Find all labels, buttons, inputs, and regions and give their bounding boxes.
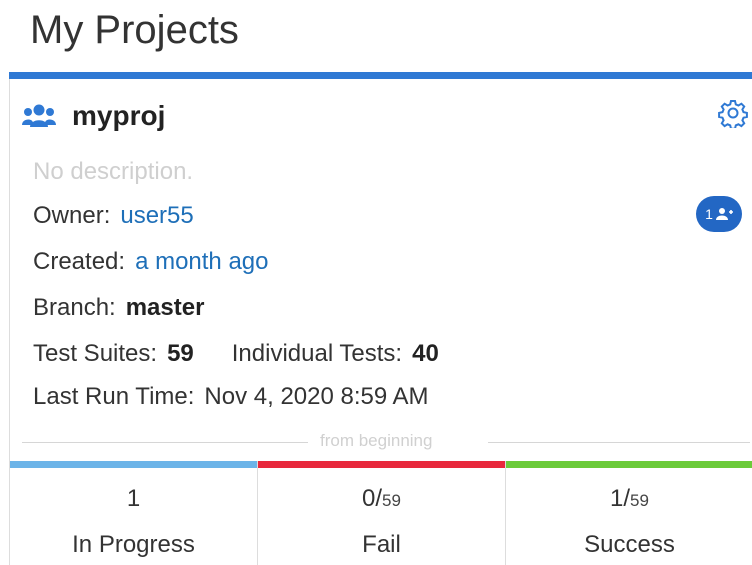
stat-fail[interactable]: 0/59 Fail [258,461,506,565]
card-accent-bar [9,72,752,79]
card-header: myproj [22,96,165,136]
divider-line-right [488,442,750,443]
divider-label: from beginning [312,431,441,451]
project-description: No description. [33,158,194,185]
created-label: Created: [33,248,126,275]
stat-label: Fail [362,531,401,558]
project-name[interactable]: myproj [72,100,165,132]
stat-label: Success [584,531,675,558]
page-title: My Projects [30,8,239,52]
stat-value: 0/59 [362,485,401,512]
branch-row: Branch: master [33,294,204,322]
created-row: Created: a month ago [33,248,269,276]
stats-bar: 1 In Progress 0/59 Fail 1/59 Success [10,461,752,565]
stat-color-bar [506,461,752,468]
branch-value: master [125,294,205,321]
stat-value: 1/59 [610,485,649,512]
tests-row: Test Suites: 59 Individual Tests: 40 [33,340,439,368]
suites-value: 59 [167,340,194,367]
stat-color-bar [10,461,257,468]
user-add-icon [715,208,733,220]
stat-value: 1 [126,485,141,512]
owner-row: Owner: user55 [33,202,194,230]
suites-label: Test Suites: [33,340,158,367]
owner-link[interactable]: user55 [120,202,193,229]
divider-line-left [22,442,308,443]
owner-label: Owner: [33,202,111,229]
stat-label: In Progress [72,531,195,558]
stat-in-progress[interactable]: 1 In Progress [10,461,258,565]
created-value: a month ago [135,248,269,275]
last-run-row: Last Run Time: Nov 4, 2020 8:59 AM [33,383,429,411]
branch-label: Branch: [33,294,116,321]
stat-color-bar [258,461,505,468]
project-card: myproj No description. Owner: user55 1 C… [9,72,752,565]
last-run-label: Last Run Time: [33,383,195,410]
individual-value: 40 [412,340,439,367]
page: My Projects myproj No description. Owner… [0,0,752,565]
users-icon [22,103,56,129]
divider: from beginning [22,431,750,451]
members-count: 1 [705,206,713,222]
last-run-value: Nov 4, 2020 8:59 AM [204,383,429,410]
members-button[interactable]: 1 [696,196,742,232]
stat-success[interactable]: 1/59 Success [506,461,752,565]
gear-icon[interactable] [718,98,748,130]
individual-label: Individual Tests: [231,340,403,367]
